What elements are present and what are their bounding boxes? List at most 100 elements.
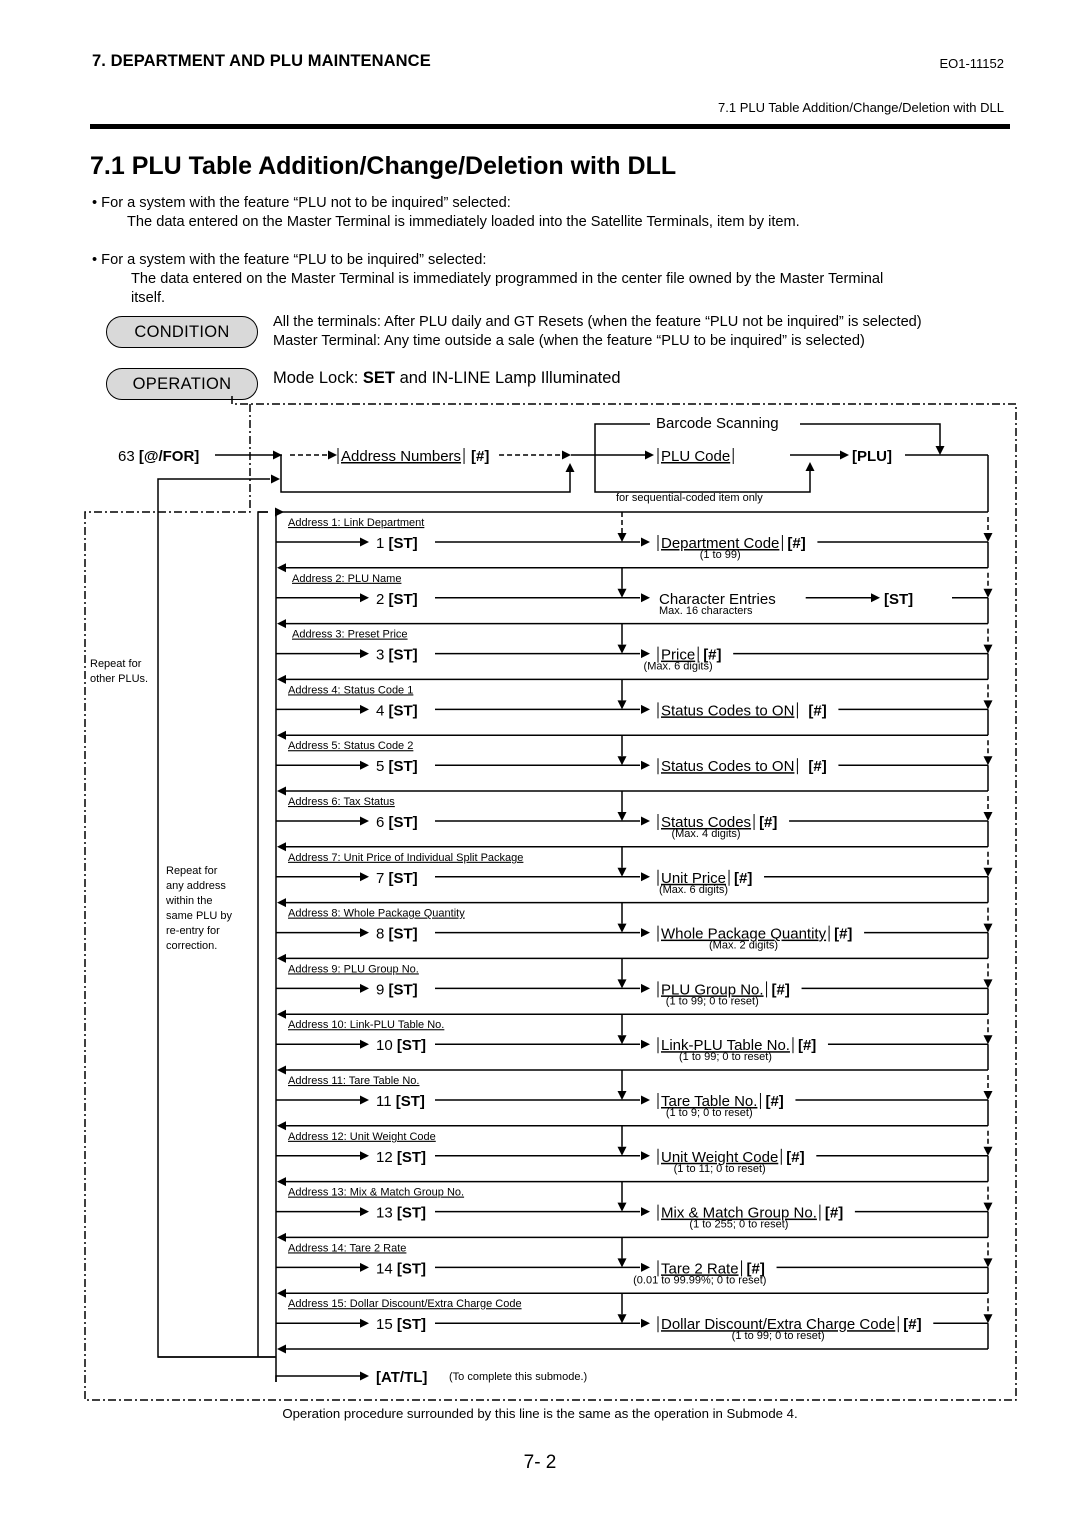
- repeat-any-label: same PLU by: [166, 910, 233, 922]
- arrow-down-icon: [617, 923, 627, 933]
- row-key-12: 12 [ST]: [376, 1149, 426, 1166]
- arrow-right-icon: [360, 1371, 369, 1381]
- address-label: Address 13: Mix & Match Group No.: [288, 1187, 464, 1199]
- arrow-down-icon: [983, 1091, 993, 1100]
- arrow-down-icon: [983, 1258, 993, 1268]
- arrow-right-icon: [641, 1262, 650, 1272]
- entry-text: Address Numbers: [341, 448, 461, 465]
- address-label: Address 6: Tax Status: [288, 796, 395, 808]
- arrow-left-icon: [277, 1288, 286, 1298]
- entry-note-13: (1 to 255; 0 to reset): [689, 1219, 788, 1231]
- hash-key: [#]: [786, 1149, 804, 1166]
- hash-key: [#]: [765, 1093, 783, 1110]
- st-key: [ST]: [884, 591, 913, 608]
- arrow-right-icon: [360, 704, 369, 714]
- arrow-left-icon: [277, 563, 286, 573]
- arrow-down-icon: [983, 644, 993, 654]
- hash-key: [#]: [787, 535, 805, 552]
- hash-key: [#]: [798, 1037, 816, 1054]
- arrow-down-icon: [617, 533, 627, 542]
- arrow-down-icon: [617, 756, 627, 766]
- end-line: [275, 1375, 360, 1382]
- arrow-left-icon: [277, 1121, 286, 1131]
- arrow-left-icon: [277, 1232, 286, 1242]
- arrow-down-icon: [983, 1202, 993, 1212]
- arrow-down-icon: [617, 1035, 627, 1045]
- arrow-right-icon: [360, 1207, 369, 1217]
- arrow-down-icon: [617, 1314, 627, 1324]
- arrow-right-icon: [360, 593, 369, 603]
- arrow-down-icon: [983, 1314, 993, 1324]
- arrow-right-icon: [360, 816, 369, 826]
- arrow-down-icon: [617, 1091, 627, 1100]
- entry-field-5: Status Codes to ON: [657, 758, 798, 775]
- arrow-left-icon: [277, 842, 286, 852]
- hash-key: [#]: [903, 1316, 921, 1333]
- entry-note-2: Max. 16 characters: [659, 605, 753, 617]
- entry-text: PLU Code: [661, 448, 730, 465]
- arrow-down-icon: [983, 756, 993, 766]
- row-key-6: 6 [ST]: [376, 814, 418, 831]
- address-label: Address 2: PLU Name: [292, 573, 401, 585]
- arrow-down-icon: [983, 812, 993, 821]
- row-key-11: 11 [ST]: [376, 1093, 425, 1110]
- start-key-sequence: 63 [@/FOR]: [118, 448, 199, 465]
- arrow-right-icon: [641, 1207, 650, 1217]
- address-label: Address 7: Unit Price of Individual Spli…: [288, 852, 523, 864]
- address-numbers-field: Address Numbers: [337, 448, 465, 465]
- row-key-14: 14 [ST]: [376, 1260, 426, 1277]
- arrow-right-icon: [360, 1262, 369, 1272]
- arrow-right-icon: [562, 450, 571, 460]
- arrow-left-icon: [277, 953, 286, 963]
- row-key-4: 4 [ST]: [376, 702, 418, 719]
- arrow-up-icon: [565, 463, 575, 472]
- arrow-right-icon: [328, 450, 337, 460]
- row-key-13: 13 [ST]: [376, 1205, 426, 1222]
- arrow-down-icon: [983, 1146, 993, 1156]
- entry-note-11: (1 to 9; 0 to reset): [666, 1107, 753, 1119]
- arrow-right-icon: [360, 760, 369, 770]
- arrow-down-icon: [983, 533, 993, 542]
- entry-text: Status Codes to ON: [661, 702, 794, 719]
- row-key-3: 3 [ST]: [376, 647, 418, 664]
- arrow-down-icon: [935, 446, 945, 455]
- arrow-down-icon: [617, 1258, 627, 1268]
- arrow-right-icon: [641, 593, 650, 603]
- arrow-down-icon: [983, 923, 993, 933]
- address-label: Address 1: Link Department: [288, 517, 424, 529]
- arrow-down-icon: [617, 700, 627, 710]
- entry-note-9: (1 to 99; 0 to reset): [666, 995, 759, 1007]
- address-label: Address 5: Status Code 2: [288, 740, 413, 752]
- entry-note-14: (0.01 to 99.99%; 0 to reset): [633, 1274, 766, 1286]
- entry-note-3: (Max. 6 digits): [644, 661, 713, 673]
- entry-note-6: (Max. 4 digits): [671, 828, 740, 840]
- arrow-right-icon: [641, 649, 650, 659]
- row-key-9: 9 [ST]: [376, 981, 418, 998]
- arrow-right-icon: [360, 1039, 369, 1049]
- arrow-left-icon: [277, 619, 286, 629]
- arrow-left-icon: [277, 674, 286, 684]
- arrow-down-icon: [617, 588, 627, 598]
- repeat-other-label: other PLUs.: [90, 673, 148, 685]
- operation-flow-diagram: 63 [@/FOR] Address Numbers [#] PLU Code [PLU…: [84, 396, 1017, 1401]
- address-label: Address 4: Status Code 1: [288, 684, 413, 696]
- address-label: Address 8: Whole Package Quantity: [288, 908, 465, 920]
- at-tl-key: [AT/TL]: [376, 1369, 427, 1386]
- hash-key: [#]: [808, 702, 826, 719]
- row-key-15: 15 [ST]: [376, 1316, 426, 1333]
- hash-key: [#]: [772, 981, 790, 998]
- row-key-7: 7 [ST]: [376, 870, 418, 887]
- arrow-right-icon: [641, 1039, 650, 1049]
- arrow-right-icon: [360, 1095, 369, 1105]
- repeat-any-label: Repeat for: [166, 865, 218, 877]
- barcode-line: [594, 423, 650, 455]
- hash-key: [#]: [808, 758, 826, 775]
- plu-code-field: PLU Code: [657, 448, 734, 465]
- entry-field-4: Status Codes to ON: [657, 702, 798, 719]
- row-key-2: 2 [ST]: [376, 591, 418, 608]
- arrow-right-icon: [360, 983, 369, 993]
- repeat-any-label: any address: [166, 880, 226, 892]
- repeat-address-loop: [257, 511, 268, 1357]
- address-label: Address 15: Dollar Discount/Extra Charge…: [288, 1298, 522, 1310]
- arrow-down-icon: [617, 1146, 627, 1156]
